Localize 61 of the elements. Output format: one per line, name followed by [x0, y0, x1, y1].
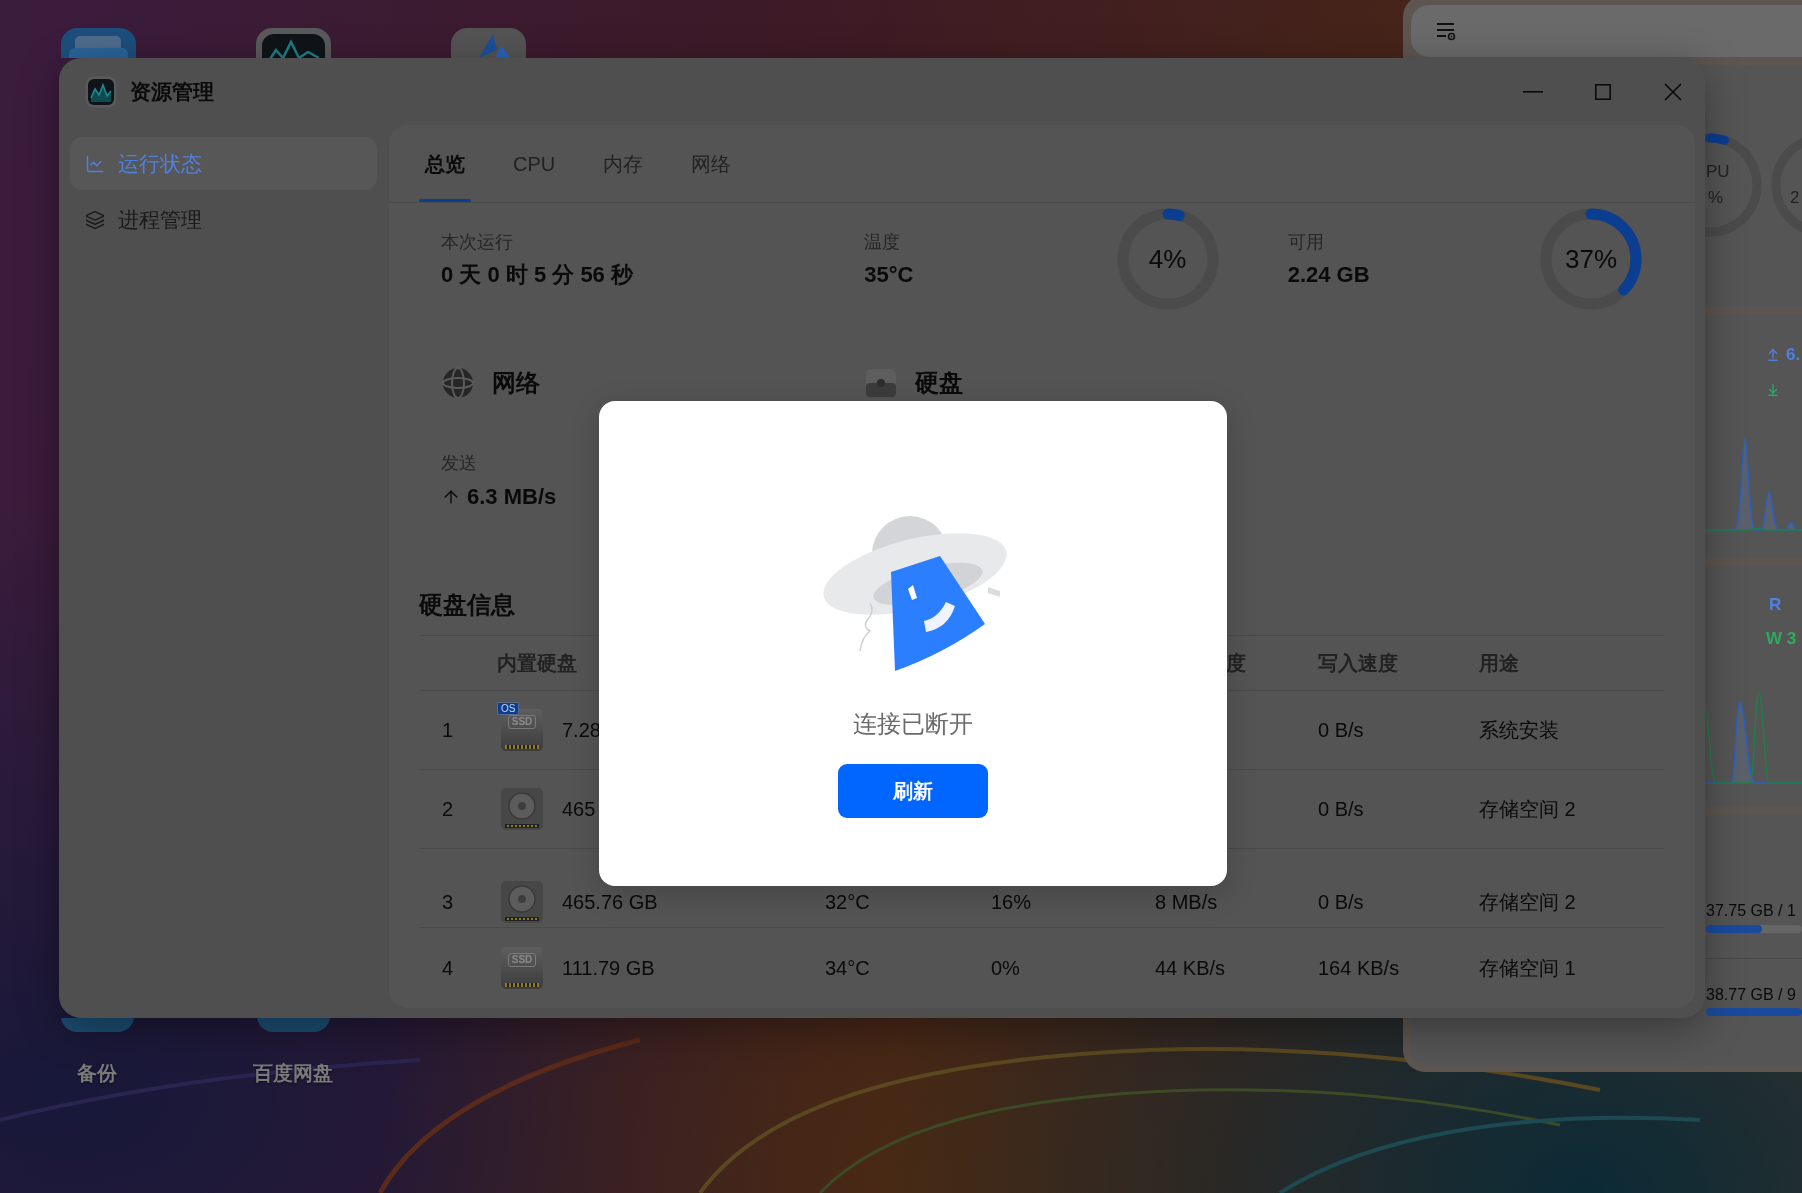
usage-reading: 37%	[1565, 243, 1617, 275]
stat-value: 0 天 0 时 5 分 56 秒	[441, 261, 633, 289]
table-cell: 164 KB/s	[1318, 956, 1400, 979]
table-cell: 4	[442, 956, 454, 979]
usage-reading: 4%	[1148, 243, 1187, 275]
app-icon[interactable]	[451, 28, 526, 58]
storage-usage: 38.77 GB / 9	[1706, 985, 1797, 1005]
refresh-button[interactable]: 刷新	[838, 764, 988, 818]
stat-value: 35°C	[864, 261, 914, 289]
gauge-reading: %	[1708, 188, 1724, 208]
table-cell: 44 KB/s	[1155, 956, 1226, 979]
table-cell: 7.28	[562, 719, 601, 741]
section-title: 硬盘信息	[419, 590, 515, 620]
table-cell: 34°C	[825, 956, 870, 979]
hard-drive-icon	[501, 881, 543, 923]
stat-value: 2.24 GB	[1287, 261, 1370, 289]
table-cell: 1	[442, 719, 454, 741]
storage-usage: 37.75 GB / 1	[1706, 901, 1797, 921]
table-cell: 0 B/s	[1318, 719, 1364, 741]
hard-drive-icon	[501, 788, 543, 830]
minimize-icon	[1523, 90, 1543, 93]
upload-icon	[1766, 348, 1780, 362]
layers-icon	[85, 209, 105, 230]
read-label: R	[1769, 594, 1782, 616]
table-cell: 32°C	[825, 891, 870, 913]
table-cell: 465.76 GB	[562, 891, 658, 913]
download-icon	[1766, 383, 1780, 397]
dialog-message: 连接已断开	[853, 709, 973, 739]
table-cell: 存储空间 1	[1479, 956, 1576, 979]
stat-value: 6.3 MB/s	[467, 483, 557, 511]
app-icon[interactable]	[61, 28, 136, 58]
sidebar-item[interactable]: 运行状态	[70, 137, 377, 190]
app-logo-icon	[85, 75, 117, 108]
list-settings-icon[interactable]	[1435, 21, 1457, 41]
ssd-icon: SSD	[501, 946, 543, 989]
globe-icon	[441, 366, 475, 400]
section-title: 硬盘	[915, 368, 964, 398]
line-chart-icon	[85, 153, 105, 174]
table-cell: 0 B/s	[1318, 891, 1364, 913]
table-cell: 8 MB/s	[1155, 891, 1218, 913]
table-cell: 系统安装	[1479, 719, 1559, 741]
app-icon[interactable]	[256, 28, 331, 58]
upload-speed: 6.	[1786, 344, 1801, 366]
table-cell: 0 B/s	[1318, 798, 1364, 820]
table-cell: 111.79 GB	[562, 956, 655, 979]
section-title: 网络	[492, 368, 540, 398]
app-label: 备份	[77, 1061, 117, 1086]
window-title: 资源管理	[130, 78, 214, 105]
maximize-icon	[1595, 83, 1611, 100]
table-cell: 存储空间 2	[1479, 891, 1576, 913]
app-label: 百度网盘	[253, 1061, 333, 1086]
table-cell: 存储空间 2	[1479, 798, 1576, 820]
drive-icon	[864, 366, 899, 400]
table-cell: 2	[442, 798, 454, 820]
table-cell: 16%	[991, 891, 1032, 913]
tab[interactable]: 总览	[419, 125, 471, 202]
table-cell: 3	[442, 891, 454, 913]
write-label: W 3	[1766, 628, 1797, 650]
close-icon	[1664, 82, 1682, 101]
table-cell: 465	[562, 798, 596, 820]
table-cell: 0%	[991, 956, 1020, 979]
